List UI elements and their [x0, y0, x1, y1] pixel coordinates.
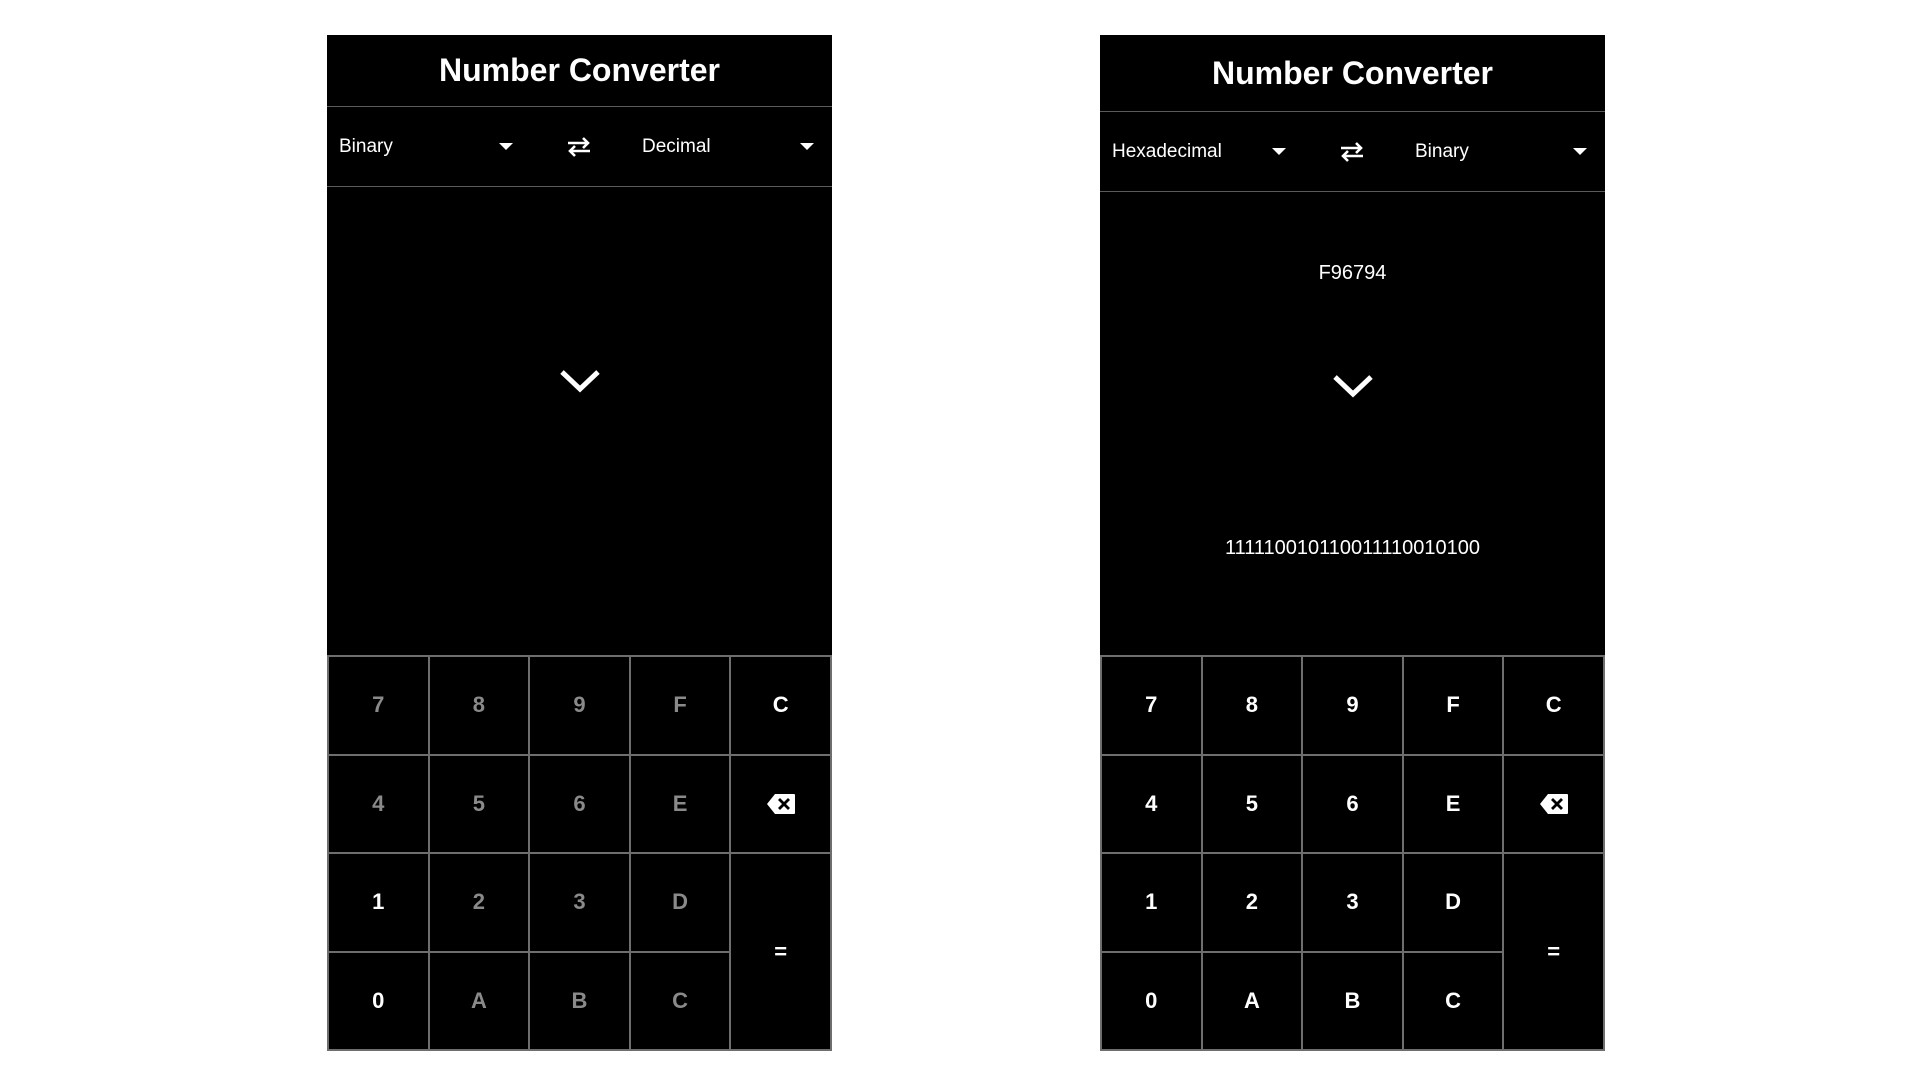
- from-base-dropdown[interactable]: Hexadecimal: [1112, 112, 1286, 191]
- key-1[interactable]: 1: [329, 854, 428, 951]
- key-c[interactable]: C: [1403, 952, 1503, 1049]
- swap-arrows-icon[interactable]: [1337, 140, 1367, 164]
- key-7[interactable]: 7: [1102, 657, 1201, 754]
- converter-screen-right: Number Converter Hexadecimal Binary F967…: [1100, 35, 1605, 1051]
- key-f[interactable]: F: [630, 657, 730, 754]
- key-9[interactable]: 9: [530, 657, 629, 754]
- caret-down-icon: [1573, 148, 1587, 155]
- result-value: 111110010110011110010100: [1224, 537, 1481, 559]
- base-selector-bar: Hexadecimal Binary: [1100, 112, 1605, 192]
- to-base-label: Decimal: [642, 135, 711, 157]
- equals-button[interactable]: =: [731, 854, 830, 1049]
- keypad: 7 8 9 F C 4 5 6 E 1 2 3 D = 0 A B C: [327, 655, 832, 1051]
- conversion-display: F96794 111110010110011110010100: [1100, 192, 1605, 662]
- key-8[interactable]: 8: [1202, 657, 1302, 754]
- from-base-label: Binary: [339, 135, 393, 157]
- key-e[interactable]: E: [630, 755, 730, 852]
- key-0[interactable]: 0: [329, 952, 428, 1049]
- clear-button[interactable]: C: [1504, 657, 1603, 754]
- base-selector-bar: Binary Decimal: [327, 107, 832, 187]
- key-b[interactable]: B: [530, 952, 629, 1049]
- caret-down-icon: [499, 143, 513, 150]
- key-7[interactable]: 7: [329, 657, 428, 754]
- key-8[interactable]: 8: [429, 657, 529, 754]
- chevron-down-icon: [1332, 375, 1373, 398]
- caret-down-icon: [1272, 148, 1286, 155]
- key-d[interactable]: D: [1403, 854, 1503, 951]
- input-value: F96794: [1318, 262, 1387, 284]
- key-f[interactable]: F: [1403, 657, 1503, 754]
- equals-button[interactable]: =: [1504, 854, 1603, 1049]
- backspace-button[interactable]: [1504, 755, 1603, 852]
- from-base-label: Hexadecimal: [1112, 140, 1222, 162]
- chevron-down-icon: [559, 370, 600, 393]
- key-a[interactable]: A: [1202, 952, 1302, 1049]
- key-6[interactable]: 6: [530, 755, 629, 852]
- key-3[interactable]: 3: [530, 854, 629, 951]
- key-c[interactable]: C: [630, 952, 730, 1049]
- key-2[interactable]: 2: [1202, 854, 1302, 951]
- app-title: Number Converter: [327, 35, 832, 107]
- app-title: Number Converter: [1100, 35, 1605, 112]
- key-e[interactable]: E: [1403, 755, 1503, 852]
- key-5[interactable]: 5: [429, 755, 529, 852]
- swap-arrows-icon[interactable]: [564, 135, 594, 159]
- key-6[interactable]: 6: [1303, 755, 1402, 852]
- key-b[interactable]: B: [1303, 952, 1402, 1049]
- key-5[interactable]: 5: [1202, 755, 1302, 852]
- to-base-label: Binary: [1415, 140, 1469, 162]
- key-4[interactable]: 4: [1102, 755, 1201, 852]
- conversion-display: [327, 187, 832, 657]
- key-a[interactable]: A: [429, 952, 529, 1049]
- key-4[interactable]: 4: [329, 755, 428, 852]
- key-1[interactable]: 1: [1102, 854, 1201, 951]
- key-d[interactable]: D: [630, 854, 730, 951]
- key-0[interactable]: 0: [1102, 952, 1201, 1049]
- converter-screen-left: Number Converter Binary Decimal 7 8 9 F …: [327, 35, 832, 1051]
- key-3[interactable]: 3: [1303, 854, 1402, 951]
- key-2[interactable]: 2: [429, 854, 529, 951]
- key-9[interactable]: 9: [1303, 657, 1402, 754]
- backspace-icon: [766, 793, 795, 814]
- from-base-dropdown[interactable]: Binary: [339, 107, 513, 186]
- clear-button[interactable]: C: [731, 657, 830, 754]
- caret-down-icon: [800, 143, 814, 150]
- to-base-dropdown[interactable]: Binary: [1415, 112, 1587, 191]
- keypad: 7 8 9 F C 4 5 6 E 1 2 3 D = 0 A B C: [1100, 655, 1605, 1051]
- backspace-button[interactable]: [731, 755, 830, 852]
- backspace-icon: [1539, 793, 1568, 814]
- to-base-dropdown[interactable]: Decimal: [642, 107, 814, 186]
